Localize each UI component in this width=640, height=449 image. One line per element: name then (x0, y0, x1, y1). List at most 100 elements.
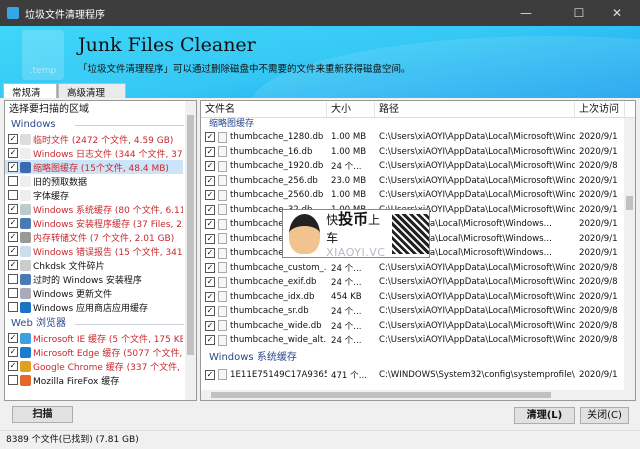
item-label: 旧的预取数据 (33, 177, 88, 188)
item-label: Windows 安装程序缓存 (37 Files, 23... (33, 219, 183, 230)
left-scrollbar[interactable] (185, 101, 196, 400)
file-icon (218, 291, 227, 303)
installer-icon (20, 217, 31, 229)
scan-button[interactable]: 扫描 (12, 406, 73, 423)
checkbox[interactable]: ✓ (205, 262, 215, 273)
table-row[interactable]: ✓ thumbcache_sr.db 24 个... C:\Users\xiAOY… (201, 304, 635, 319)
scan-area-item[interactable]: 过时的 Windows 安装程序 (5, 272, 183, 286)
ie-icon (20, 332, 31, 344)
checkbox[interactable] (8, 302, 18, 312)
table-row[interactable]: ✓ thumbcache_2560.db 1.00 MB C:\Users\xiA… (201, 188, 635, 203)
table-row[interactable]: ✓ thumbcache_1920.db 24 个... C:\Users\xiA… (201, 159, 635, 174)
checkbox[interactable]: ✓ (8, 232, 18, 242)
close-button[interactable]: 关闭(C) (580, 407, 629, 424)
checkbox[interactable]: ✓ (8, 204, 18, 214)
checkbox[interactable] (8, 274, 18, 284)
checkbox[interactable]: ✓ (205, 132, 215, 143)
table-row[interactable]: ✓ thumbcache_wide_alt... 24 个... C:\Users… (201, 333, 635, 348)
table-row[interactable]: ✓ thumbcache_256.db 23.0 MB C:\Users\xiAO… (201, 174, 635, 189)
col-last-access[interactable]: 上次访问 (575, 101, 625, 117)
scan-area-item[interactable]: ✓ 临时文件 (2472 个文件, 4.59 GB) (5, 132, 183, 146)
checkbox[interactable] (8, 375, 18, 385)
file-name: thumbcache_wide_alt... (230, 335, 327, 346)
table-row[interactable]: ✓ thumbcache_16.db 1.00 MB C:\Users\xiAOY… (201, 145, 635, 160)
checkbox[interactable]: ✓ (8, 260, 18, 270)
item-label: 过时的 Windows 安装程序 (33, 275, 142, 286)
checkbox[interactable]: ✓ (205, 369, 215, 380)
scan-area-item[interactable]: ✓ Chkdsk 文件碎片 (5, 258, 183, 272)
scan-area-item[interactable]: 旧的预取数据 (5, 174, 183, 188)
table-row[interactable]: ✓ 1E11E75149C17A9365... 471 个... C:\WINDO… (201, 368, 635, 383)
scan-area-item[interactable]: ✓ Microsoft Edge 缓存 (5077 个文件, 5.. (5, 345, 183, 359)
scan-area-item[interactable]: 字体缓存 (5, 188, 183, 202)
cartoon-face-icon (289, 213, 321, 254)
checkbox[interactable]: ✓ (205, 233, 215, 244)
scan-area-item[interactable]: Windows 应用商店应用缓存 (5, 300, 183, 314)
scan-area-item[interactable]: ✓ 缩略图缓存 (15个文件, 48.4 MB) (5, 160, 183, 174)
close-window-button[interactable]: ✕ (594, 0, 640, 26)
file-name: 1E11E75149C17A9365... (230, 369, 327, 380)
file-icon (218, 305, 227, 317)
table-row[interactable]: ✓ thumbcache_idx.db 454 KB C:\Users\xiAOY… (201, 290, 635, 305)
checkbox[interactable]: ✓ (8, 134, 18, 144)
checkbox[interactable]: ✓ (8, 246, 18, 256)
file-size: 24 个... (331, 307, 362, 318)
checkbox[interactable]: ✓ (205, 161, 215, 172)
checkbox[interactable]: ✓ (205, 190, 215, 201)
scan-area-item[interactable]: ✓ Windows 日志文件 (344 个文件, 37... (5, 146, 183, 160)
scan-area-item[interactable]: ✓ Windows 安装程序缓存 (37 Files, 23... (5, 216, 183, 230)
file-size: 471 个... (331, 370, 367, 381)
checkbox[interactable]: ✓ (205, 291, 215, 302)
checkbox[interactable]: ✓ (8, 333, 18, 343)
file-path: C:\Users\xiAOYI\AppData\Local\Microsoft\… (379, 335, 575, 346)
checkbox[interactable] (8, 190, 18, 200)
checkbox[interactable]: ✓ (8, 218, 18, 228)
checkbox[interactable]: ✓ (8, 347, 18, 357)
file-icon (218, 146, 227, 158)
scan-area-item[interactable]: Mozilla FireFox 缓存 (5, 373, 183, 387)
col-filename[interactable]: 文件名 (201, 101, 327, 117)
item-label: 临时文件 (2472 个文件, 4.59 GB) (33, 135, 174, 146)
checkbox[interactable]: ✓ (205, 306, 215, 317)
clean-button[interactable]: 清理(L) (514, 407, 575, 424)
checkbox[interactable] (8, 176, 18, 186)
checkbox[interactable]: ✓ (8, 361, 18, 371)
scan-area-item[interactable]: ✓ Windows 错误报告 (15 个文件, 341 ... (5, 244, 183, 258)
table-row[interactable]: ✓ thumbcache_wide.db 24 个... C:\Users\xiA… (201, 319, 635, 334)
checkbox[interactable]: ✓ (205, 146, 215, 157)
checkbox[interactable]: ✓ (205, 335, 215, 346)
table-scrollbar[interactable] (624, 118, 635, 400)
table-row[interactable]: ✓ thumbcache_custom_... 24 个... C:\Users\… (201, 261, 635, 276)
checkbox[interactable]: ✓ (205, 175, 215, 186)
item-label: Google Chrome 缓存 (337 个文件, 22. (33, 362, 183, 373)
scan-area-item[interactable]: ✓ Windows 系统缓存 (80 个文件, 6.11... (5, 202, 183, 216)
checkbox[interactable]: ✓ (205, 219, 215, 230)
checkbox[interactable]: ✓ (205, 277, 215, 288)
table-row[interactable]: ✓ thumbcache_1280.db 1.00 MB C:\Users\xiA… (201, 130, 635, 145)
file-icon (218, 204, 227, 216)
checkbox[interactable] (8, 288, 18, 298)
minimize-button[interactable]: — (503, 0, 549, 26)
table-hscrollbar[interactable] (201, 390, 625, 400)
last-access: 2020/9/1 (579, 248, 618, 259)
checkbox[interactable]: ✓ (205, 248, 215, 259)
checkbox[interactable]: ✓ (8, 148, 18, 158)
chkdsk-icon (20, 259, 31, 271)
scan-area-item[interactable]: ✓ 内存转储文件 (7 个文件, 2.01 GB) (5, 230, 183, 244)
tab-general-clean[interactable]: 常规清理 (3, 83, 57, 98)
tab-advanced-clean[interactable]: 高级清理 (58, 83, 126, 98)
item-label: 缩略图缓存 (15个文件, 48.4 MB) (33, 163, 169, 174)
checkbox[interactable]: ✓ (205, 320, 215, 331)
scan-area-item[interactable]: ✓ Microsoft IE 缓存 (5 个文件, 175 KB) (5, 331, 183, 345)
col-size[interactable]: 大小 (327, 101, 375, 117)
col-path[interactable]: 路径 (375, 101, 575, 117)
table-row[interactable]: ✓ thumbcache_exif.db 24 个... C:\Users\xiA… (201, 275, 635, 290)
file-size: 24 个... (331, 321, 362, 332)
table-group-label: Windows 系统缓存 (209, 351, 297, 363)
file-icon (218, 218, 227, 230)
scan-area-item[interactable]: Windows 更新文件 (5, 286, 183, 300)
checkbox[interactable]: ✓ (8, 162, 18, 172)
file-size: 24 个... (331, 336, 362, 347)
checkbox[interactable]: ✓ (205, 204, 215, 215)
scan-area-item[interactable]: ✓ Google Chrome 缓存 (337 个文件, 22. (5, 359, 183, 373)
